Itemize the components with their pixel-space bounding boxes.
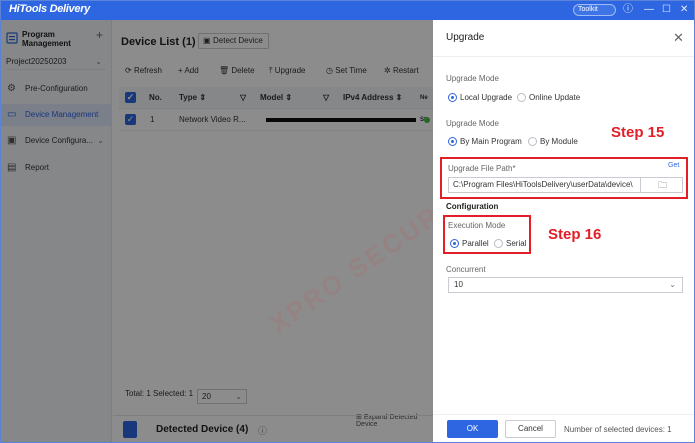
divider bbox=[433, 56, 695, 57]
panel-title: Upgrade bbox=[446, 32, 485, 43]
title-bar: HiTools Delivery Toolkit ⓘ — ☐ ✕ bbox=[0, 0, 695, 20]
step-16-label: Step 16 bbox=[548, 226, 602, 243]
question-circle-icon[interactable]: ⓘ bbox=[623, 3, 633, 16]
step-15-highlight bbox=[440, 157, 688, 199]
toolkit-button[interactable]: Toolkit bbox=[573, 4, 616, 16]
upgrade-mode-2-label: Upgrade Mode bbox=[446, 119, 499, 128]
upgrade-mode-label: Upgrade Mode bbox=[446, 74, 499, 83]
modal-overlay bbox=[0, 20, 433, 443]
cancel-button[interactable]: Cancel bbox=[505, 420, 556, 438]
radio-local-upgrade[interactable]: Local Upgrade bbox=[448, 92, 512, 103]
concurrent-select[interactable]: 10 ⌄ bbox=[448, 277, 683, 293]
radio-dot bbox=[448, 137, 457, 146]
close-icon[interactable]: ✕ bbox=[673, 30, 684, 46]
concurrent-label: Concurrent bbox=[446, 265, 486, 274]
minimize-icon[interactable]: — bbox=[644, 3, 654, 16]
radio-dot bbox=[528, 137, 537, 146]
configuration-heading: Configuration bbox=[446, 202, 499, 211]
selected-devices-count: Number of selected devices: 1 bbox=[564, 425, 672, 434]
close-icon[interactable]: ✕ bbox=[680, 3, 688, 16]
maximize-icon[interactable]: ☐ bbox=[662, 3, 671, 16]
step-16-highlight bbox=[443, 215, 531, 254]
divider bbox=[433, 414, 695, 415]
radio-by-module[interactable]: By Module bbox=[528, 136, 578, 147]
radio-by-main-program[interactable]: By Main Program bbox=[448, 136, 522, 147]
radio-dot bbox=[448, 93, 457, 102]
chevron-down-icon: ⌄ bbox=[669, 280, 676, 289]
app-title: HiTools Delivery bbox=[9, 3, 90, 15]
concurrent-value: 10 bbox=[454, 280, 463, 289]
ok-button[interactable]: OK bbox=[447, 420, 498, 438]
radio-online-update[interactable]: Online Update bbox=[517, 92, 580, 103]
radio-dot bbox=[517, 93, 526, 102]
step-15-label: Step 15 bbox=[611, 124, 665, 141]
